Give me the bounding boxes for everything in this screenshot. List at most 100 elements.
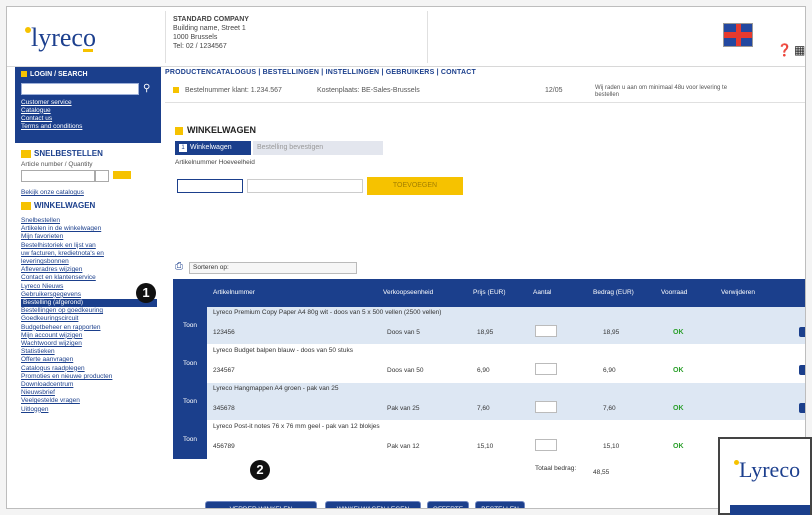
column-header: Aantal bbox=[533, 289, 552, 296]
total-label: Totaal bedrag: bbox=[535, 465, 577, 472]
sidebar-item[interactable]: uw facturen, kredietnota's en bbox=[21, 250, 157, 258]
print-icon[interactable]: ⎙ bbox=[175, 261, 183, 272]
item-amount: 18,95 bbox=[603, 329, 620, 336]
item-unit: Pak van 25 bbox=[387, 405, 420, 412]
item-price: 15,10 bbox=[477, 443, 494, 450]
sidebar-item[interactable]: Veelgestelde vragen bbox=[21, 397, 157, 405]
inset-bar bbox=[730, 505, 810, 515]
login-link[interactable]: Customer service bbox=[21, 99, 155, 107]
login-link[interactable]: Contact us bbox=[21, 115, 155, 123]
item-description[interactable]: Lyreco Premium Copy Paper A4 80g wit - d… bbox=[213, 309, 441, 316]
sidebar-search-input[interactable] bbox=[21, 82, 139, 95]
sidebar-item[interactable]: Catalogus raadplegen bbox=[21, 365, 157, 373]
login-links: Customer service Catalogue Contact us Te… bbox=[21, 99, 155, 131]
sidebar-item[interactable]: Statistieken bbox=[21, 348, 157, 356]
sidebar-item[interactable]: Promoties en nieuwe producten bbox=[21, 373, 157, 381]
site-header: lyreco STANDARD COMPANY Building name, S… bbox=[7, 7, 805, 67]
quote-button[interactable]: OFFERTE bbox=[427, 501, 469, 508]
quick-order-button[interactable] bbox=[113, 171, 131, 179]
top-navigation[interactable]: PRODUCTENCATALOGUS | BESTELLINGEN | INST… bbox=[165, 69, 476, 76]
sidebar-item[interactable]: Contact en klantenservice bbox=[21, 274, 157, 282]
quick-order-qty-input[interactable] bbox=[95, 170, 109, 182]
stock-status: OK bbox=[673, 405, 684, 412]
logo-underline bbox=[83, 49, 93, 52]
article-number-input[interactable] bbox=[177, 179, 243, 193]
callout-marker: 2 bbox=[250, 460, 270, 480]
sidebar-item[interactable]: Nieuwsbrief bbox=[21, 389, 157, 397]
page-title: WINKELWAGEN bbox=[175, 125, 256, 135]
bullet-square-icon bbox=[21, 149, 31, 158]
header-tools: ❓▦ bbox=[777, 43, 805, 57]
view-button[interactable]: Toon bbox=[173, 307, 207, 345]
sidebar-item[interactable]: Afleveradres wijzigen bbox=[21, 266, 157, 274]
add-item-label: Artikelnummer Hoeveelheid bbox=[175, 159, 255, 166]
sidebar-item[interactable]: Mijn favorieten bbox=[21, 233, 157, 241]
tab-confirm-order[interactable]: Bestelling bevestigen bbox=[253, 141, 383, 155]
sidebar-item[interactable]: Downloadcentrum bbox=[21, 381, 157, 389]
sidebar-item[interactable]: Artikelen in de winkelwagen bbox=[21, 225, 157, 233]
bullet-square-icon bbox=[173, 87, 179, 93]
delivery-date: 12/05 bbox=[545, 87, 563, 94]
view-button[interactable]: Toon bbox=[173, 383, 207, 421]
item-description[interactable]: Lyreco Hangmappen A4 groen - pak van 25 bbox=[213, 385, 339, 392]
catalog-link[interactable]: Bekijk onze catalogus bbox=[21, 189, 84, 196]
add-to-cart-button[interactable]: TOEVOEGEN bbox=[367, 177, 463, 195]
sidebar-item[interactable]: Snelbestellen bbox=[21, 217, 157, 225]
login-link[interactable]: Terms and conditions bbox=[21, 123, 155, 131]
cost-center-select[interactable]: Kostenplaats: BE-Sales-Brussels bbox=[317, 87, 420, 94]
sidebar-item[interactable]: Wachtwoord wijzigen bbox=[21, 340, 157, 348]
quick-order-article-input[interactable] bbox=[21, 170, 95, 182]
language-flag-icon[interactable] bbox=[723, 23, 753, 47]
trash-icon[interactable] bbox=[799, 327, 805, 337]
item-description[interactable]: Lyreco Post-it notes 76 x 76 mm geel - p… bbox=[213, 423, 380, 430]
sidebar-item[interactable]: Goedkeuringscircuit bbox=[21, 315, 157, 323]
item-unit: Doos van 50 bbox=[387, 367, 424, 374]
tab-cart[interactable]: 1 Winkelwagen bbox=[175, 141, 251, 155]
quantity-field[interactable] bbox=[535, 325, 557, 337]
quantity-input[interactable] bbox=[247, 179, 363, 193]
trash-icon[interactable] bbox=[799, 365, 805, 375]
help-icon[interactable]: ❓ bbox=[777, 43, 794, 57]
view-button[interactable]: Toon bbox=[173, 345, 207, 383]
sidebar-item[interactable]: Bestelhistoriek en lijst van bbox=[21, 242, 157, 250]
trash-icon[interactable] bbox=[799, 403, 805, 413]
order-button[interactable]: BESTELLEN bbox=[475, 501, 525, 508]
grid-icon[interactable]: ▦ bbox=[794, 43, 805, 57]
sidebar-item[interactable]: Mijn account wijzigen bbox=[21, 332, 157, 340]
login-panel: LOGIN / SEARCH ⚲ Customer service Catalo… bbox=[15, 67, 161, 143]
stock-status: OK bbox=[673, 443, 684, 450]
column-header: Voorraad bbox=[661, 289, 688, 296]
column-header: Verwijderen bbox=[721, 289, 755, 296]
continue-shopping-button[interactable]: VERDER WINKELEN bbox=[205, 501, 317, 508]
table-row: Toon Lyreco Post-it notes 76 x 76 mm gee… bbox=[173, 421, 805, 459]
sidebar-item[interactable]: Budgetbeheer en rapporten bbox=[21, 324, 157, 332]
item-code: 456789 bbox=[213, 443, 235, 450]
total-value: 48,55 bbox=[593, 469, 610, 476]
table-row: Toon Lyreco Hangmappen A4 groen - pak va… bbox=[173, 383, 805, 421]
sidebar-item[interactable]: Bestellingen op goedkeuring bbox=[21, 307, 157, 315]
sidebar-item[interactable]: Offerte aanvragen bbox=[21, 356, 157, 364]
inset-screenshot: Lyreco bbox=[718, 437, 812, 515]
item-description[interactable]: Lyreco Budget balpen blauw - doos van 50… bbox=[213, 347, 353, 354]
quantity-field[interactable] bbox=[535, 439, 557, 451]
search-icon[interactable]: ⚲ bbox=[143, 83, 150, 94]
table-row: Toon Lyreco Premium Copy Paper A4 80g wi… bbox=[173, 307, 805, 345]
view-button[interactable]: Toon bbox=[173, 421, 207, 459]
column-header: Prijs (EUR) bbox=[473, 289, 506, 296]
table-header: Artikelnummer Verkoopseenheid Prijs (EUR… bbox=[173, 279, 805, 307]
table-row: Toon Lyreco Budget balpen blauw - doos v… bbox=[173, 345, 805, 383]
item-code: 123456 bbox=[213, 329, 235, 336]
item-unit: Pak van 12 bbox=[387, 443, 420, 450]
bullet-square-icon bbox=[21, 201, 31, 210]
item-amount: 7,60 bbox=[603, 405, 616, 412]
address-line: Building name, Street 1 bbox=[173, 25, 246, 32]
sidebar-item[interactable]: leveringsbonnen bbox=[21, 258, 157, 266]
sidebar-item[interactable]: Uitloggen bbox=[21, 406, 157, 414]
login-link[interactable]: Catalogue bbox=[21, 107, 155, 115]
sidebar-item-active[interactable]: Bestelling (afgerond) bbox=[21, 299, 157, 308]
sort-select[interactable]: Sorteren op: bbox=[189, 262, 357, 274]
quantity-field[interactable] bbox=[535, 363, 557, 375]
quantity-field[interactable] bbox=[535, 401, 557, 413]
account-info-bar: Bestelnummer klant: 1.234.567 Kostenplaa… bbox=[165, 81, 805, 103]
empty-cart-button[interactable]: WINKELWAGEN LEGEN bbox=[325, 501, 421, 508]
